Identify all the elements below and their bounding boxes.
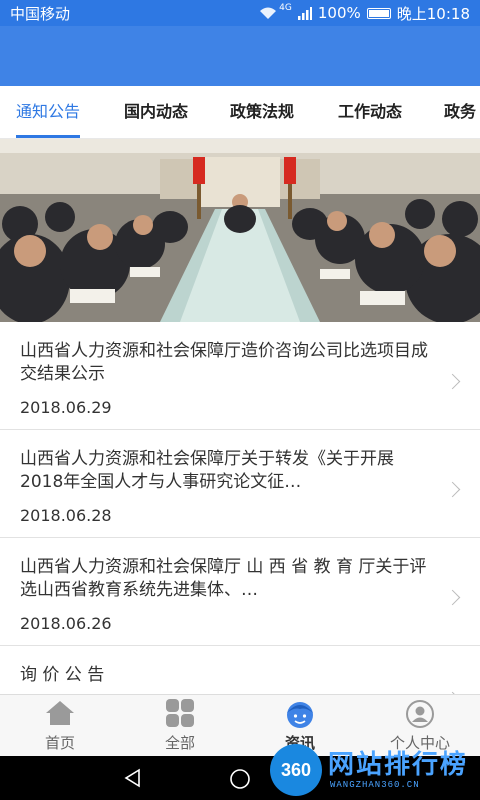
wifi-icon (260, 7, 277, 19)
nav-all[interactable]: 全部 (120, 695, 240, 757)
watermark-name: 网站排行榜 (328, 750, 469, 780)
network-label: 4G (279, 2, 292, 13)
app-header (0, 26, 480, 86)
tab-policies[interactable]: 政策法规 (230, 86, 294, 138)
news-face-icon (287, 702, 313, 728)
home-circle-icon[interactable] (229, 768, 251, 790)
tab-domestic-news[interactable]: 国内动态 (124, 86, 188, 138)
watermark-site: WANGZHAN360.CN (330, 780, 420, 790)
list-item[interactable]: 山西省人力资源和社会保障厅造价咨询公司比选项目成交结果公示 2018.06.29 (0, 322, 480, 430)
back-icon[interactable] (123, 768, 143, 788)
tab-work-news[interactable]: 工作动态 (338, 86, 402, 138)
grid-icon (166, 699, 194, 727)
battery-icon (366, 7, 391, 19)
banner-carousel[interactable] (0, 139, 480, 322)
article-date: 2018.06.28 (20, 506, 112, 525)
nav-home[interactable]: 首页 (0, 695, 120, 757)
home-icon (46, 701, 74, 725)
carrier-label: 中国移动 (10, 4, 71, 23)
watermark-badge: 360 (270, 744, 322, 796)
article-title: 山西省人力资源和社会保障厅 山 西 省 教 育 厅关于评选山西省教育系统先进集体… (20, 557, 427, 600)
banner-image (0, 139, 480, 322)
article-date: 2018.06.26 (20, 614, 112, 633)
category-tabs: 通知公告 国内动态 政策法规 工作动态 政务 (0, 86, 480, 139)
article-title: 询 价 公 告 (20, 665, 105, 685)
list-item[interactable]: 山西省人力资源和社会保障厅 山 西 省 教 育 厅关于评选山西省教育系统先进集体… (0, 538, 480, 646)
person-icon (406, 700, 434, 728)
article-title: 山西省人力资源和社会保障厅造价咨询公司比选项目成交结果公示 (20, 341, 428, 384)
battery-percent: 100% (317, 4, 361, 22)
watermark-logo: 360 网站排行榜 WANGZHAN360.CN (270, 738, 480, 800)
chevron-right-icon (444, 373, 461, 390)
chevron-right-icon (444, 481, 461, 498)
article-date: 2018.06.29 (20, 398, 112, 417)
chevron-right-icon (444, 589, 461, 606)
signal-icon (297, 6, 312, 20)
list-item[interactable]: 山西省人力资源和社会保障厅关于转发《关于开展2018年全国人才与人事研究论文征…… (0, 430, 480, 538)
article-title: 山西省人力资源和社会保障厅关于转发《关于开展2018年全国人才与人事研究论文征… (20, 449, 394, 492)
tab-government[interactable]: 政务 (444, 86, 476, 138)
nav-label: 首页 (44, 734, 75, 752)
nav-label: 全部 (164, 734, 195, 752)
tab-notices[interactable]: 通知公告 (16, 86, 81, 138)
status-bar: 中国移动 4G 100% 晚上10:18 (0, 0, 480, 26)
clock: 晚上10:18 (396, 4, 470, 23)
